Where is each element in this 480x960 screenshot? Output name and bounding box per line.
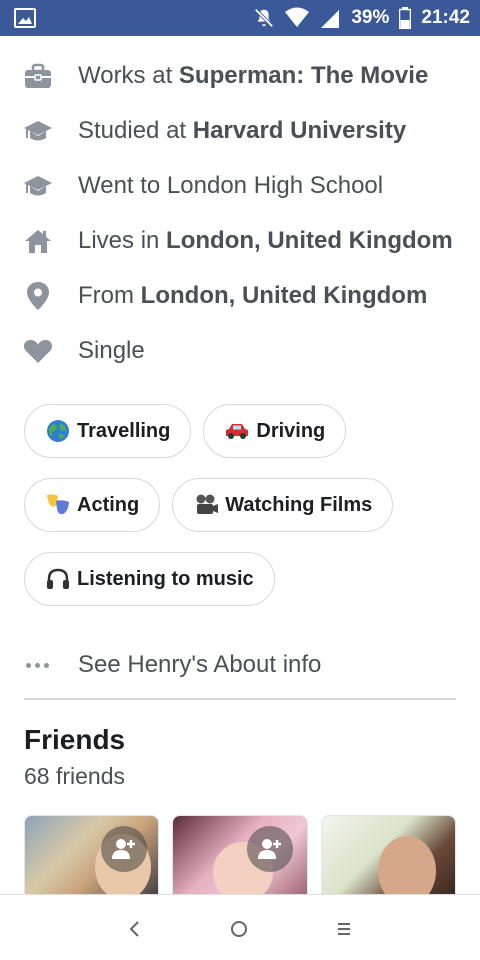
info-row-college[interactable]: Studied at Harvard University [0, 103, 480, 158]
friends-count: 68 friends [24, 763, 126, 789]
more-dots-icon [26, 662, 54, 668]
interest-chip-driving[interactable]: Driving [203, 404, 347, 458]
info-prefix: From [78, 281, 141, 309]
info-prefix: Studied at [78, 116, 193, 144]
friend-photo[interactable] [320, 815, 456, 895]
info-row-lives-in[interactable]: Lives in London, United Kingdom [0, 213, 480, 268]
house-icon [23, 226, 53, 256]
info-prefix: Single [78, 336, 145, 364]
notifications-off-icon [253, 7, 275, 29]
info-row-relationship[interactable]: Single [0, 323, 480, 378]
interest-label: Watching Films [225, 493, 373, 516]
film-projector-icon [193, 492, 219, 518]
interest-chip-listening-to-music[interactable]: Listening to music [24, 552, 275, 606]
info-bold[interactable]: Harvard University [193, 117, 406, 144]
info-bold[interactable]: London, United Kingdom [166, 227, 453, 254]
interests: Travelling Driving Acting Watching Films [24, 404, 464, 626]
add-friend-icon[interactable] [247, 826, 294, 872]
friends-grid [24, 815, 456, 895]
car-icon [224, 418, 250, 444]
friends-title[interactable]: Friends [24, 724, 125, 756]
see-about-info-link[interactable]: See Henry's About info [0, 636, 480, 694]
info-row-high-school[interactable]: Went to London High School [0, 158, 480, 213]
signal-icon [319, 7, 341, 29]
recent-apps-icon[interactable] [324, 909, 364, 949]
info-bold[interactable]: London, United Kingdom [141, 282, 428, 309]
globe-icon [45, 418, 71, 444]
see-about-label: See Henry's About info [78, 651, 322, 678]
intro-info-list: Works at Superman: The Movie Studied at … [0, 48, 480, 378]
graduation-cap-icon [23, 171, 53, 201]
interest-label: Driving [256, 419, 326, 442]
interest-chip-watching-films[interactable]: Watching Films [172, 478, 394, 532]
headphones-icon [45, 566, 71, 592]
graduation-cap-icon [23, 116, 53, 146]
interest-label: Travelling [77, 419, 171, 442]
home-icon[interactable] [219, 909, 259, 949]
system-nav-bar [0, 894, 480, 960]
info-prefix: Works at [78, 61, 179, 89]
gallery-icon [14, 8, 36, 28]
divider [24, 698, 456, 700]
heart-icon [23, 336, 53, 366]
info-row-from[interactable]: From London, United Kingdom [0, 268, 480, 323]
status-bar: 39% 21:42 [0, 0, 480, 36]
battery-percent: 39% [351, 7, 390, 28]
interest-label: Acting [77, 493, 140, 516]
info-prefix: Lives in [78, 226, 167, 254]
battery-icon [399, 7, 412, 29]
theater-masks-icon [45, 492, 71, 518]
wifi-icon [285, 7, 310, 29]
info-bold[interactable]: Superman: The Movie [179, 62, 428, 89]
info-prefix: Went to London High School [78, 171, 384, 199]
interest-chip-travelling[interactable]: Travelling [24, 404, 192, 458]
location-pin-icon [23, 281, 53, 311]
briefcase-icon [23, 61, 53, 91]
interest-label: Listening to music [77, 567, 254, 590]
info-row-work[interactable]: Works at Superman: The Movie [0, 48, 480, 103]
friend-photo[interactable] [24, 815, 160, 895]
friend-photo[interactable] [172, 815, 308, 895]
back-icon[interactable] [114, 909, 154, 949]
interest-chip-acting[interactable]: Acting [24, 478, 161, 532]
add-friend-icon[interactable] [101, 826, 147, 872]
clock: 21:42 [421, 7, 470, 28]
